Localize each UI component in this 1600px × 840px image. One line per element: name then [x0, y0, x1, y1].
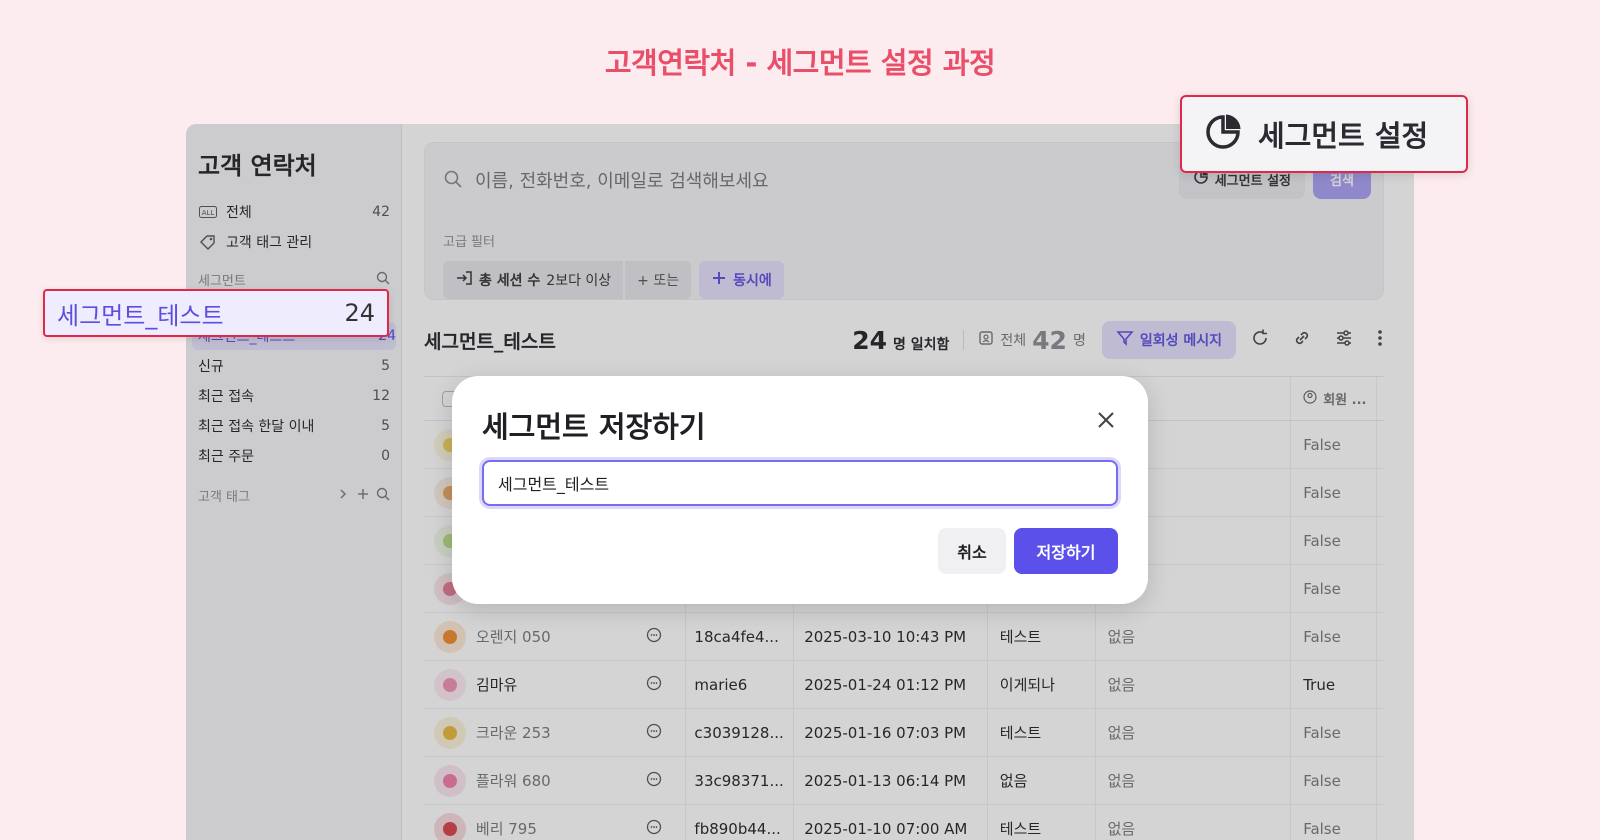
save-segment-modal: 세그먼트 저장하기 취소 저장하기 — [452, 376, 1148, 604]
segment-settings-callout: 세그먼트 설정 — [1180, 95, 1468, 173]
close-icon[interactable] — [1092, 406, 1120, 434]
segment-callout: 세그먼트_테스트 24 — [43, 289, 389, 337]
cancel-button[interactable]: 취소 — [938, 528, 1006, 574]
save-button[interactable]: 저장하기 — [1014, 528, 1118, 574]
segment-name-input[interactable] — [482, 460, 1118, 506]
modal-title: 세그먼트 저장하기 — [482, 410, 706, 444]
pie-chart-icon — [1204, 113, 1242, 155]
page-title: 고객연락처 - 세그먼트 설정 과정 — [604, 46, 996, 80]
